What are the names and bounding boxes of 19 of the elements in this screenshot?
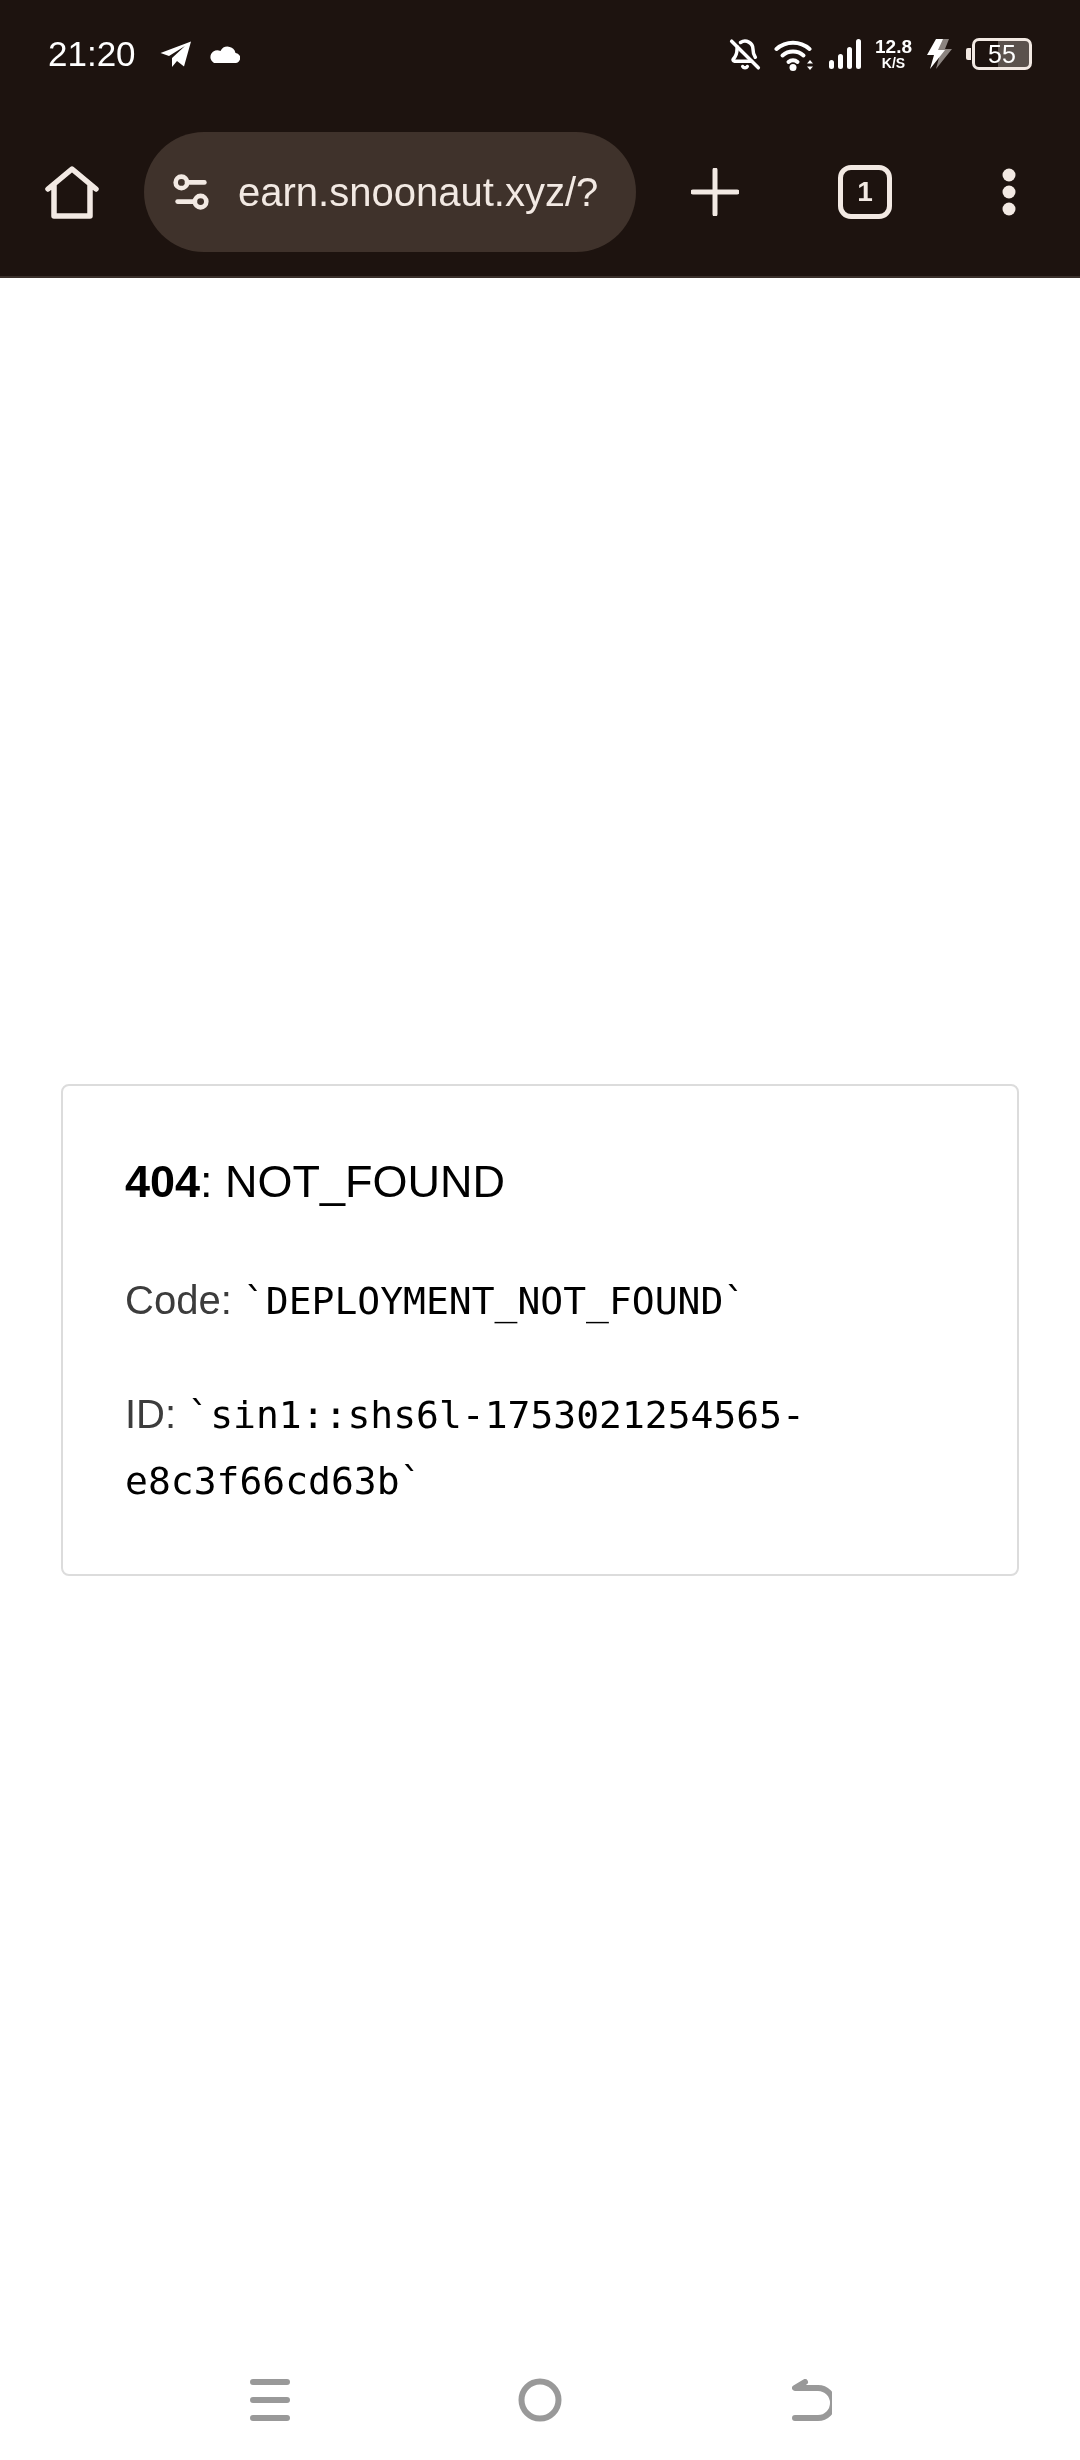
error-detail-text: ID: `sin1::shs6l-1753021254565-e8c3f66cd63b` xyxy=(125,1391,806,1505)
error-detail-text: Code: `DEPLOYMENT_NOT_FOUND` xyxy=(125,1277,748,1326)
cloud-icon xyxy=(207,45,240,63)
paper-plane-icon xyxy=(159,40,192,68)
error-title: 404: NOT_FOUND xyxy=(125,1155,507,1209)
menu-icon xyxy=(250,2379,290,2421)
address-bar[interactable]: earn.snoonaut.xyz/? xyxy=(144,132,636,252)
signal-bars-icon xyxy=(829,39,862,69)
tab-switcher-button[interactable]: 1 xyxy=(838,165,892,219)
network-speed-value: 12.8 xyxy=(875,37,912,56)
charging-bolt-icon xyxy=(925,39,953,69)
network-speed-unit: K/S xyxy=(881,55,906,71)
plus-icon xyxy=(691,168,739,216)
more-vertical-icon xyxy=(1002,168,1016,216)
home-icon xyxy=(44,164,100,220)
circle-icon xyxy=(518,2378,562,2422)
bell-off-icon xyxy=(729,37,761,71)
battery-indicator: 55 xyxy=(966,38,1032,70)
status-time: 21:20 xyxy=(48,34,136,74)
